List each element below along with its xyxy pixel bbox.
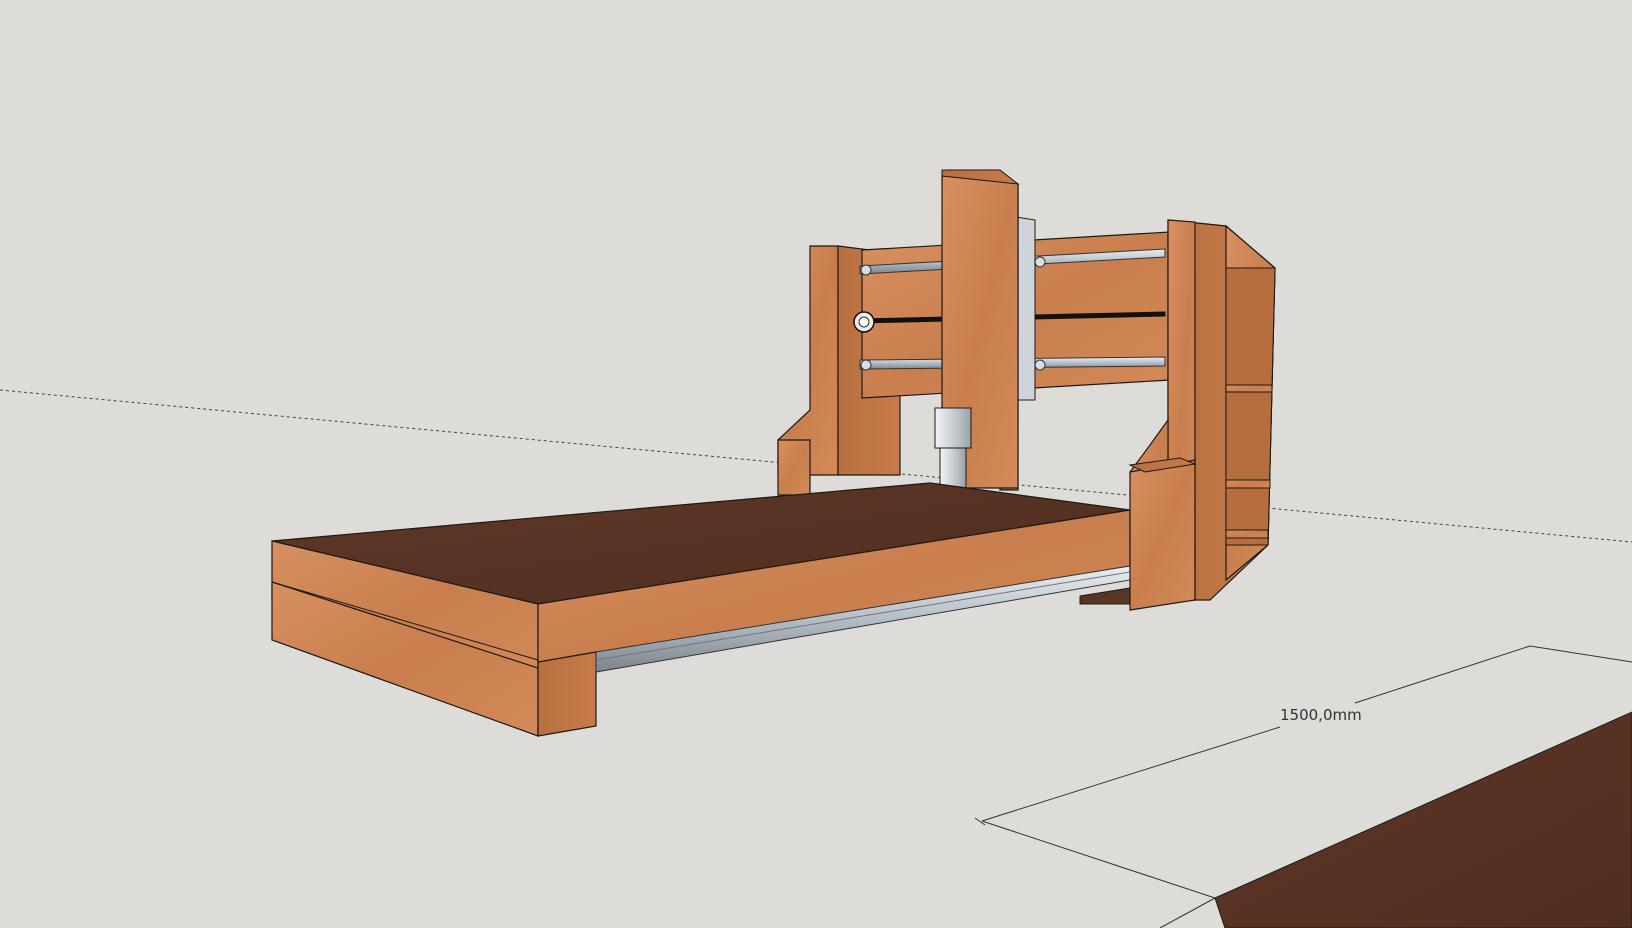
modeling-viewport[interactable]: 1500,0mm — [0, 0, 1632, 928]
floor-panel[interactable] — [1214, 711, 1632, 928]
scene-canvas[interactable] — [0, 0, 1632, 928]
dimension-label: 1500,0mm — [1280, 706, 1362, 724]
machine-bed[interactable] — [271, 482, 1131, 737]
